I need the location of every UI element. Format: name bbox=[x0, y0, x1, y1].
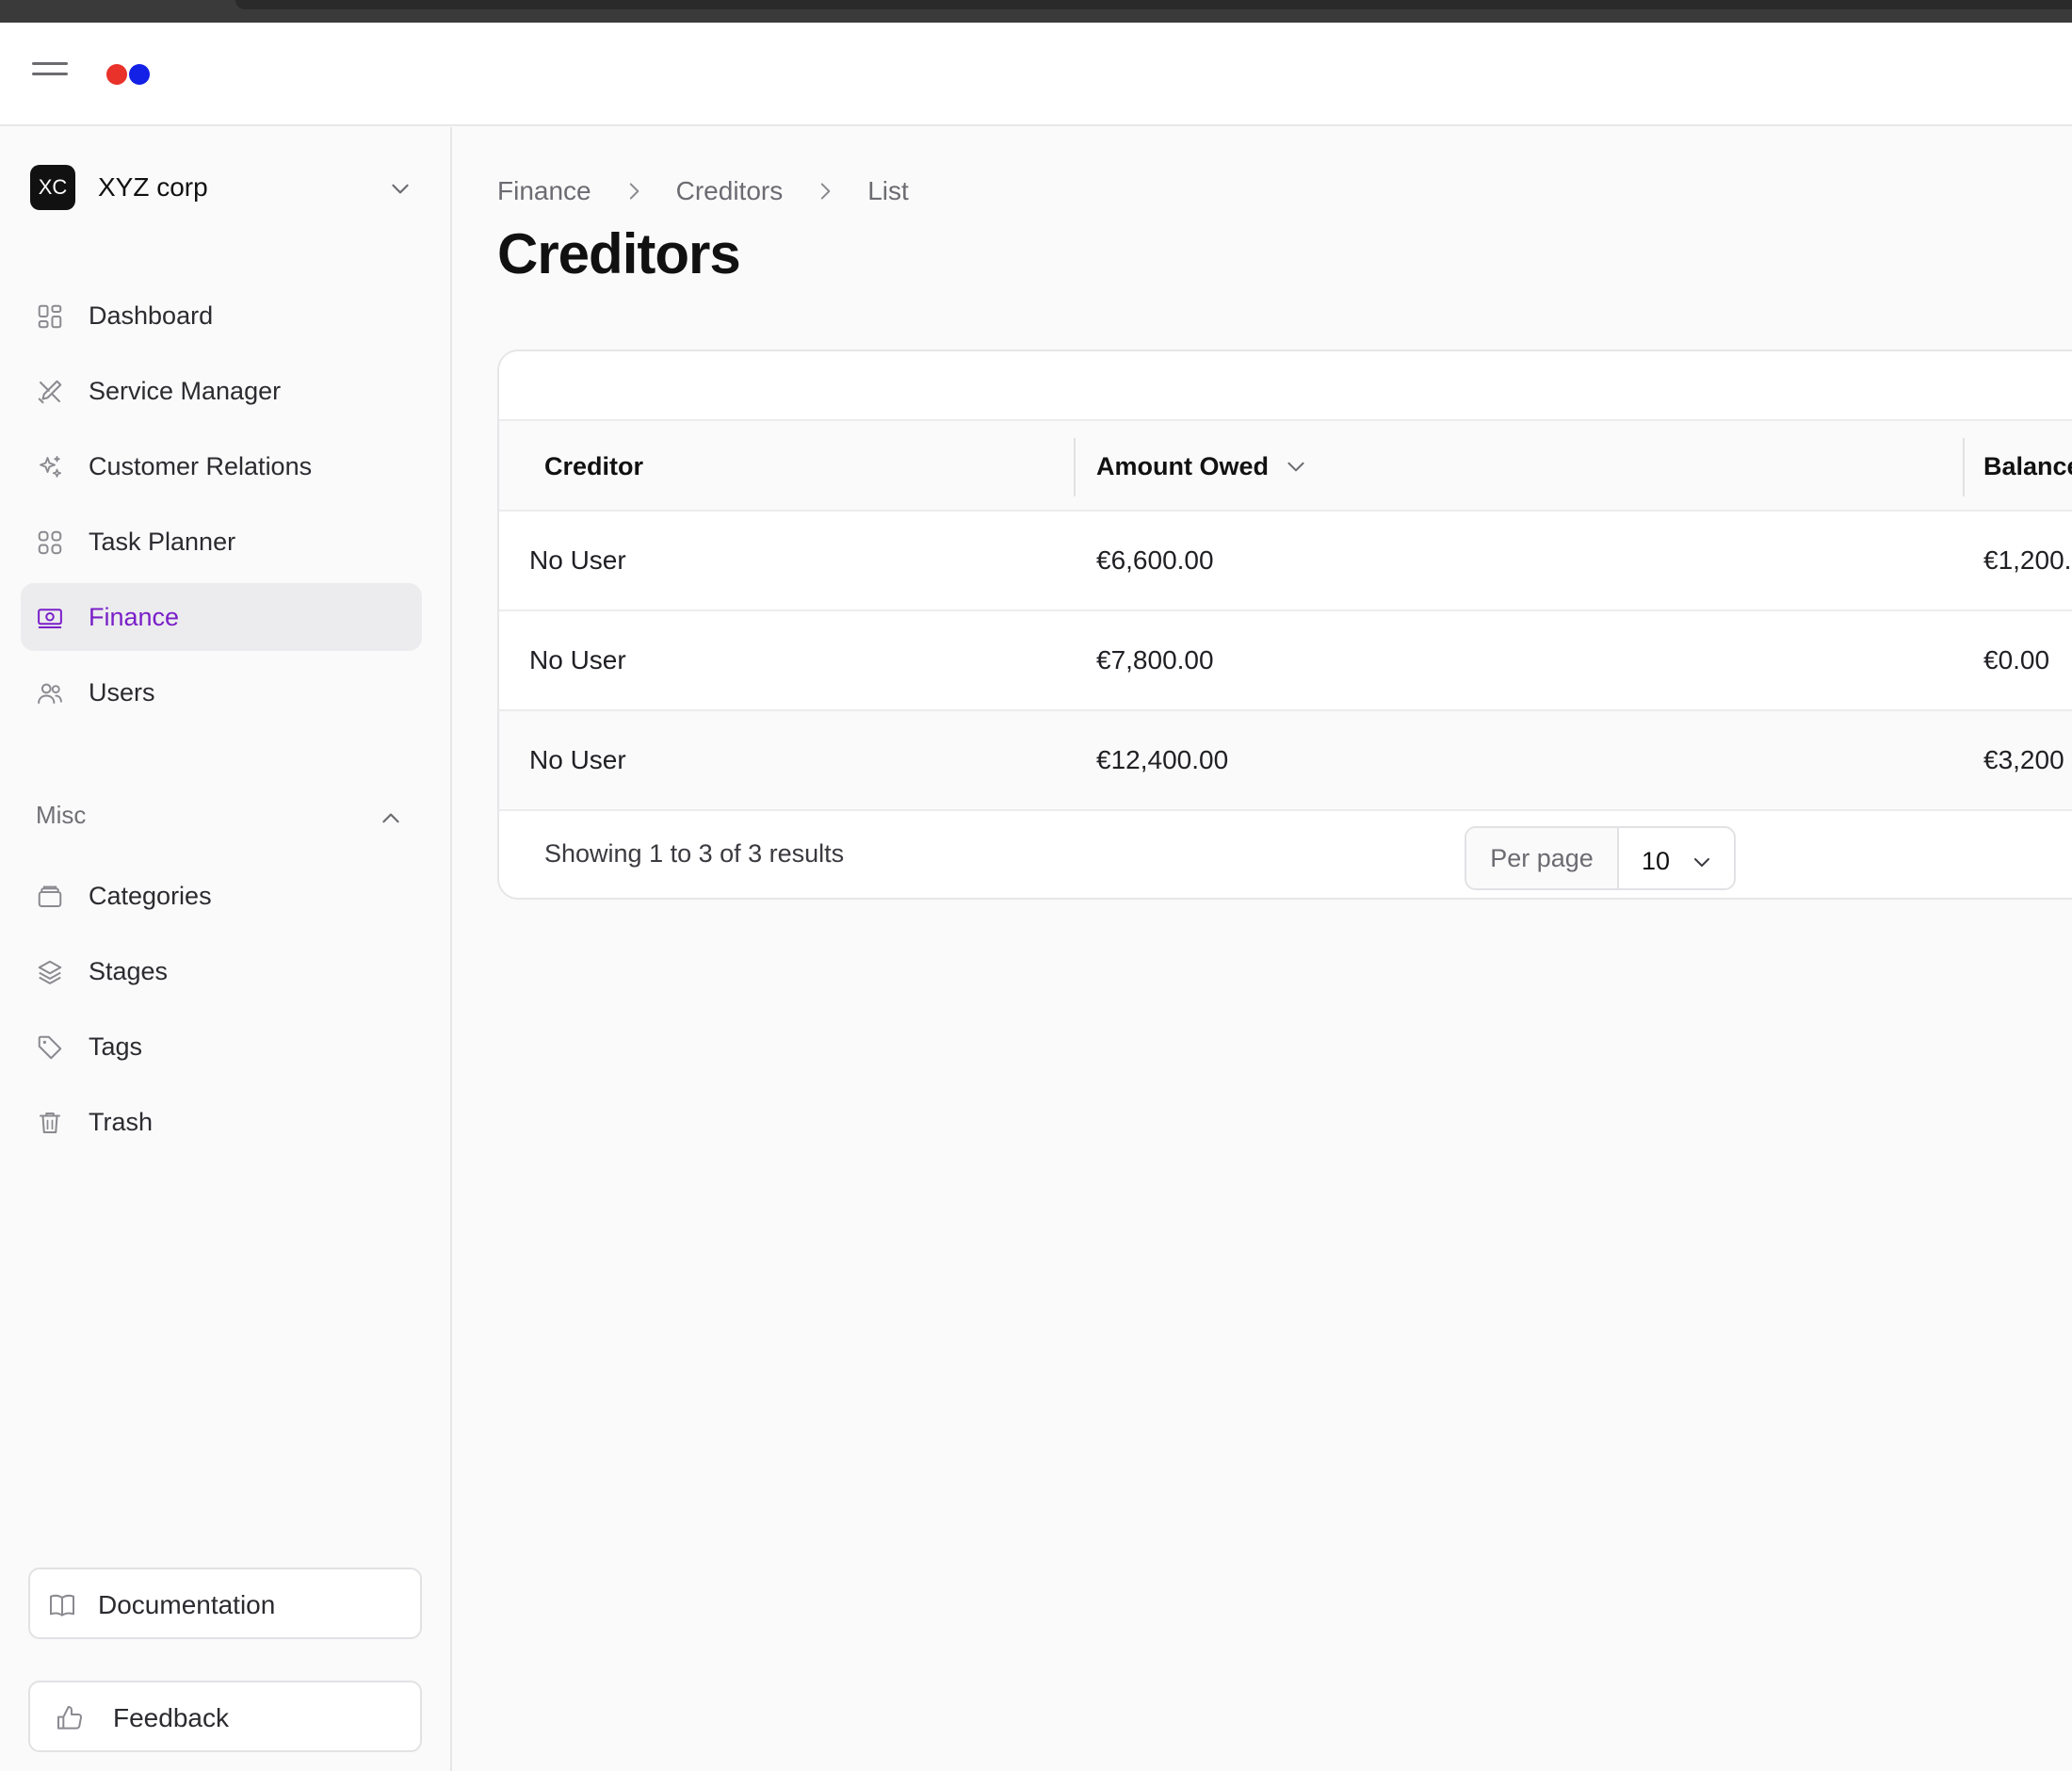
sidebar-item-service-manager[interactable]: Service Manager bbox=[21, 357, 422, 425]
column-header-label: Creditor bbox=[544, 451, 644, 480]
hamburger-line bbox=[32, 62, 68, 65]
sidebar-item-label: Dashboard bbox=[89, 301, 214, 330]
column-divider bbox=[1074, 438, 1076, 496]
per-page-control: Per page 10 bbox=[1465, 826, 1736, 890]
breadcrumb-finance[interactable]: Finance bbox=[497, 176, 591, 206]
sidebar-item-trash[interactable]: Trash bbox=[21, 1088, 422, 1156]
tag-icon bbox=[38, 1035, 62, 1060]
column-divider bbox=[1963, 438, 1965, 496]
misc-section-label: Misc bbox=[36, 801, 87, 829]
cell-creditor: No User bbox=[529, 545, 626, 575]
table-row[interactable]: No User €12,400.00 €3,200 bbox=[499, 711, 2072, 811]
table-toolbar bbox=[499, 351, 2072, 419]
sidebar-item-label: Tags bbox=[89, 1032, 143, 1061]
menu-toggle-button[interactable] bbox=[32, 62, 68, 87]
feedback-label: Feedback bbox=[113, 1703, 229, 1732]
sidebar-item-tags[interactable]: Tags bbox=[21, 1013, 422, 1080]
sidebar-item-users[interactable]: Users bbox=[21, 658, 422, 726]
sidebar: XC XYZ corp Dashboard Service Manager Cu… bbox=[0, 127, 452, 1771]
table-row[interactable]: No User €6,600.00 €1,200. bbox=[499, 512, 2072, 611]
window-chrome bbox=[0, 0, 2072, 23]
org-name: XYZ corp bbox=[98, 172, 208, 202]
per-page-label: Per page bbox=[1466, 828, 1619, 888]
cell-balance: €3,200 bbox=[1983, 745, 2064, 774]
logo-dot-blue bbox=[129, 64, 150, 85]
per-page-select[interactable]: 10 bbox=[1619, 828, 1734, 888]
column-header-amount-owed[interactable]: Amount Owed bbox=[1096, 421, 1308, 512]
creditors-table-card: Creditor Amount Owed Balance No User €6,… bbox=[497, 349, 2072, 900]
breadcrumb: Finance Creditors List bbox=[497, 172, 909, 210]
breadcrumb-creditors[interactable]: Creditors bbox=[676, 176, 784, 206]
documentation-button[interactable]: Documentation bbox=[28, 1568, 422, 1639]
apps-icon bbox=[38, 530, 62, 555]
sidebar-item-label: Service Manager bbox=[89, 376, 282, 405]
sidebar-item-task-planner[interactable]: Task Planner bbox=[21, 508, 422, 576]
chevron-down-icon bbox=[1694, 858, 1709, 867]
breadcrumb-list: List bbox=[867, 176, 909, 205]
chevron-right-icon bbox=[820, 183, 831, 200]
sidebar-item-label: Finance bbox=[89, 602, 180, 631]
cell-balance: €1,200. bbox=[1983, 545, 2072, 575]
sidebar-item-finance[interactable]: Finance bbox=[21, 583, 422, 651]
banknote-icon bbox=[38, 609, 62, 628]
sidebar-item-customer-relations[interactable]: Customer Relations bbox=[21, 432, 422, 500]
sidebar-item-label: Customer Relations bbox=[89, 451, 313, 480]
hamburger-line bbox=[32, 73, 68, 75]
chevron-down-icon bbox=[1287, 462, 1304, 472]
sparkles-icon bbox=[40, 456, 62, 478]
app-logo[interactable] bbox=[106, 64, 152, 87]
page-title: Creditors bbox=[497, 222, 741, 285]
grid-icon bbox=[38, 304, 62, 329]
org-switcher[interactable]: XC XYZ corp bbox=[30, 163, 426, 212]
sidebar-item-stages[interactable]: Stages bbox=[21, 937, 422, 1005]
cell-amount-owed: €7,800.00 bbox=[1096, 645, 1214, 674]
cell-amount-owed: €6,600.00 bbox=[1096, 545, 1214, 575]
layers-icon bbox=[38, 960, 62, 984]
tools-icon bbox=[38, 380, 62, 404]
users-icon bbox=[38, 683, 62, 704]
misc-section-toggle[interactable]: Misc bbox=[36, 801, 403, 838]
book-open-icon bbox=[50, 1594, 74, 1617]
column-header-label: Balance bbox=[1983, 451, 2072, 480]
thumbs-up-icon bbox=[57, 1706, 82, 1730]
folder-icon bbox=[38, 886, 62, 907]
trash-icon bbox=[40, 1113, 60, 1133]
sidebar-item-categories[interactable]: Categories bbox=[21, 862, 422, 930]
main-content: Finance Creditors List Creditors Credito… bbox=[454, 127, 2072, 1771]
sidebar-item-label: Users bbox=[89, 677, 155, 707]
chevron-down-icon bbox=[392, 184, 409, 194]
cell-creditor: No User bbox=[529, 745, 626, 774]
top-header bbox=[0, 23, 2072, 126]
sidebar-item-label: Categories bbox=[89, 881, 212, 910]
table-header: Creditor Amount Owed Balance bbox=[499, 419, 2072, 512]
app-window: XC XYZ corp Dashboard Service Manager Cu… bbox=[0, 0, 2072, 1771]
per-page-value: 10 bbox=[1642, 847, 1671, 875]
sidebar-item-label: Stages bbox=[89, 956, 169, 985]
results-summary: Showing 1 to 3 of 3 results bbox=[544, 839, 845, 868]
feedback-button[interactable]: Feedback bbox=[28, 1681, 422, 1752]
cell-creditor: No User bbox=[529, 645, 626, 674]
column-header-label: Amount Owed bbox=[1096, 451, 1269, 480]
sidebar-item-label: Trash bbox=[89, 1107, 154, 1136]
documentation-label: Documentation bbox=[98, 1590, 276, 1619]
chevron-up-icon bbox=[382, 813, 399, 823]
column-header-creditor[interactable]: Creditor bbox=[544, 421, 643, 512]
table-footer: Showing 1 to 3 of 3 results Per page 10 bbox=[499, 811, 2072, 898]
org-avatar: XC bbox=[30, 165, 75, 210]
chevron-right-icon bbox=[629, 183, 639, 200]
cell-balance: €0.00 bbox=[1983, 645, 2050, 674]
sidebar-item-dashboard[interactable]: Dashboard bbox=[21, 282, 422, 349]
cell-amount-owed: €12,400.00 bbox=[1096, 745, 1229, 774]
table-row[interactable]: No User €7,800.00 €0.00 bbox=[499, 611, 2072, 711]
column-header-balance[interactable]: Balance bbox=[1983, 421, 2072, 512]
sidebar-item-label: Task Planner bbox=[89, 527, 236, 556]
logo-dot-red bbox=[106, 64, 127, 85]
